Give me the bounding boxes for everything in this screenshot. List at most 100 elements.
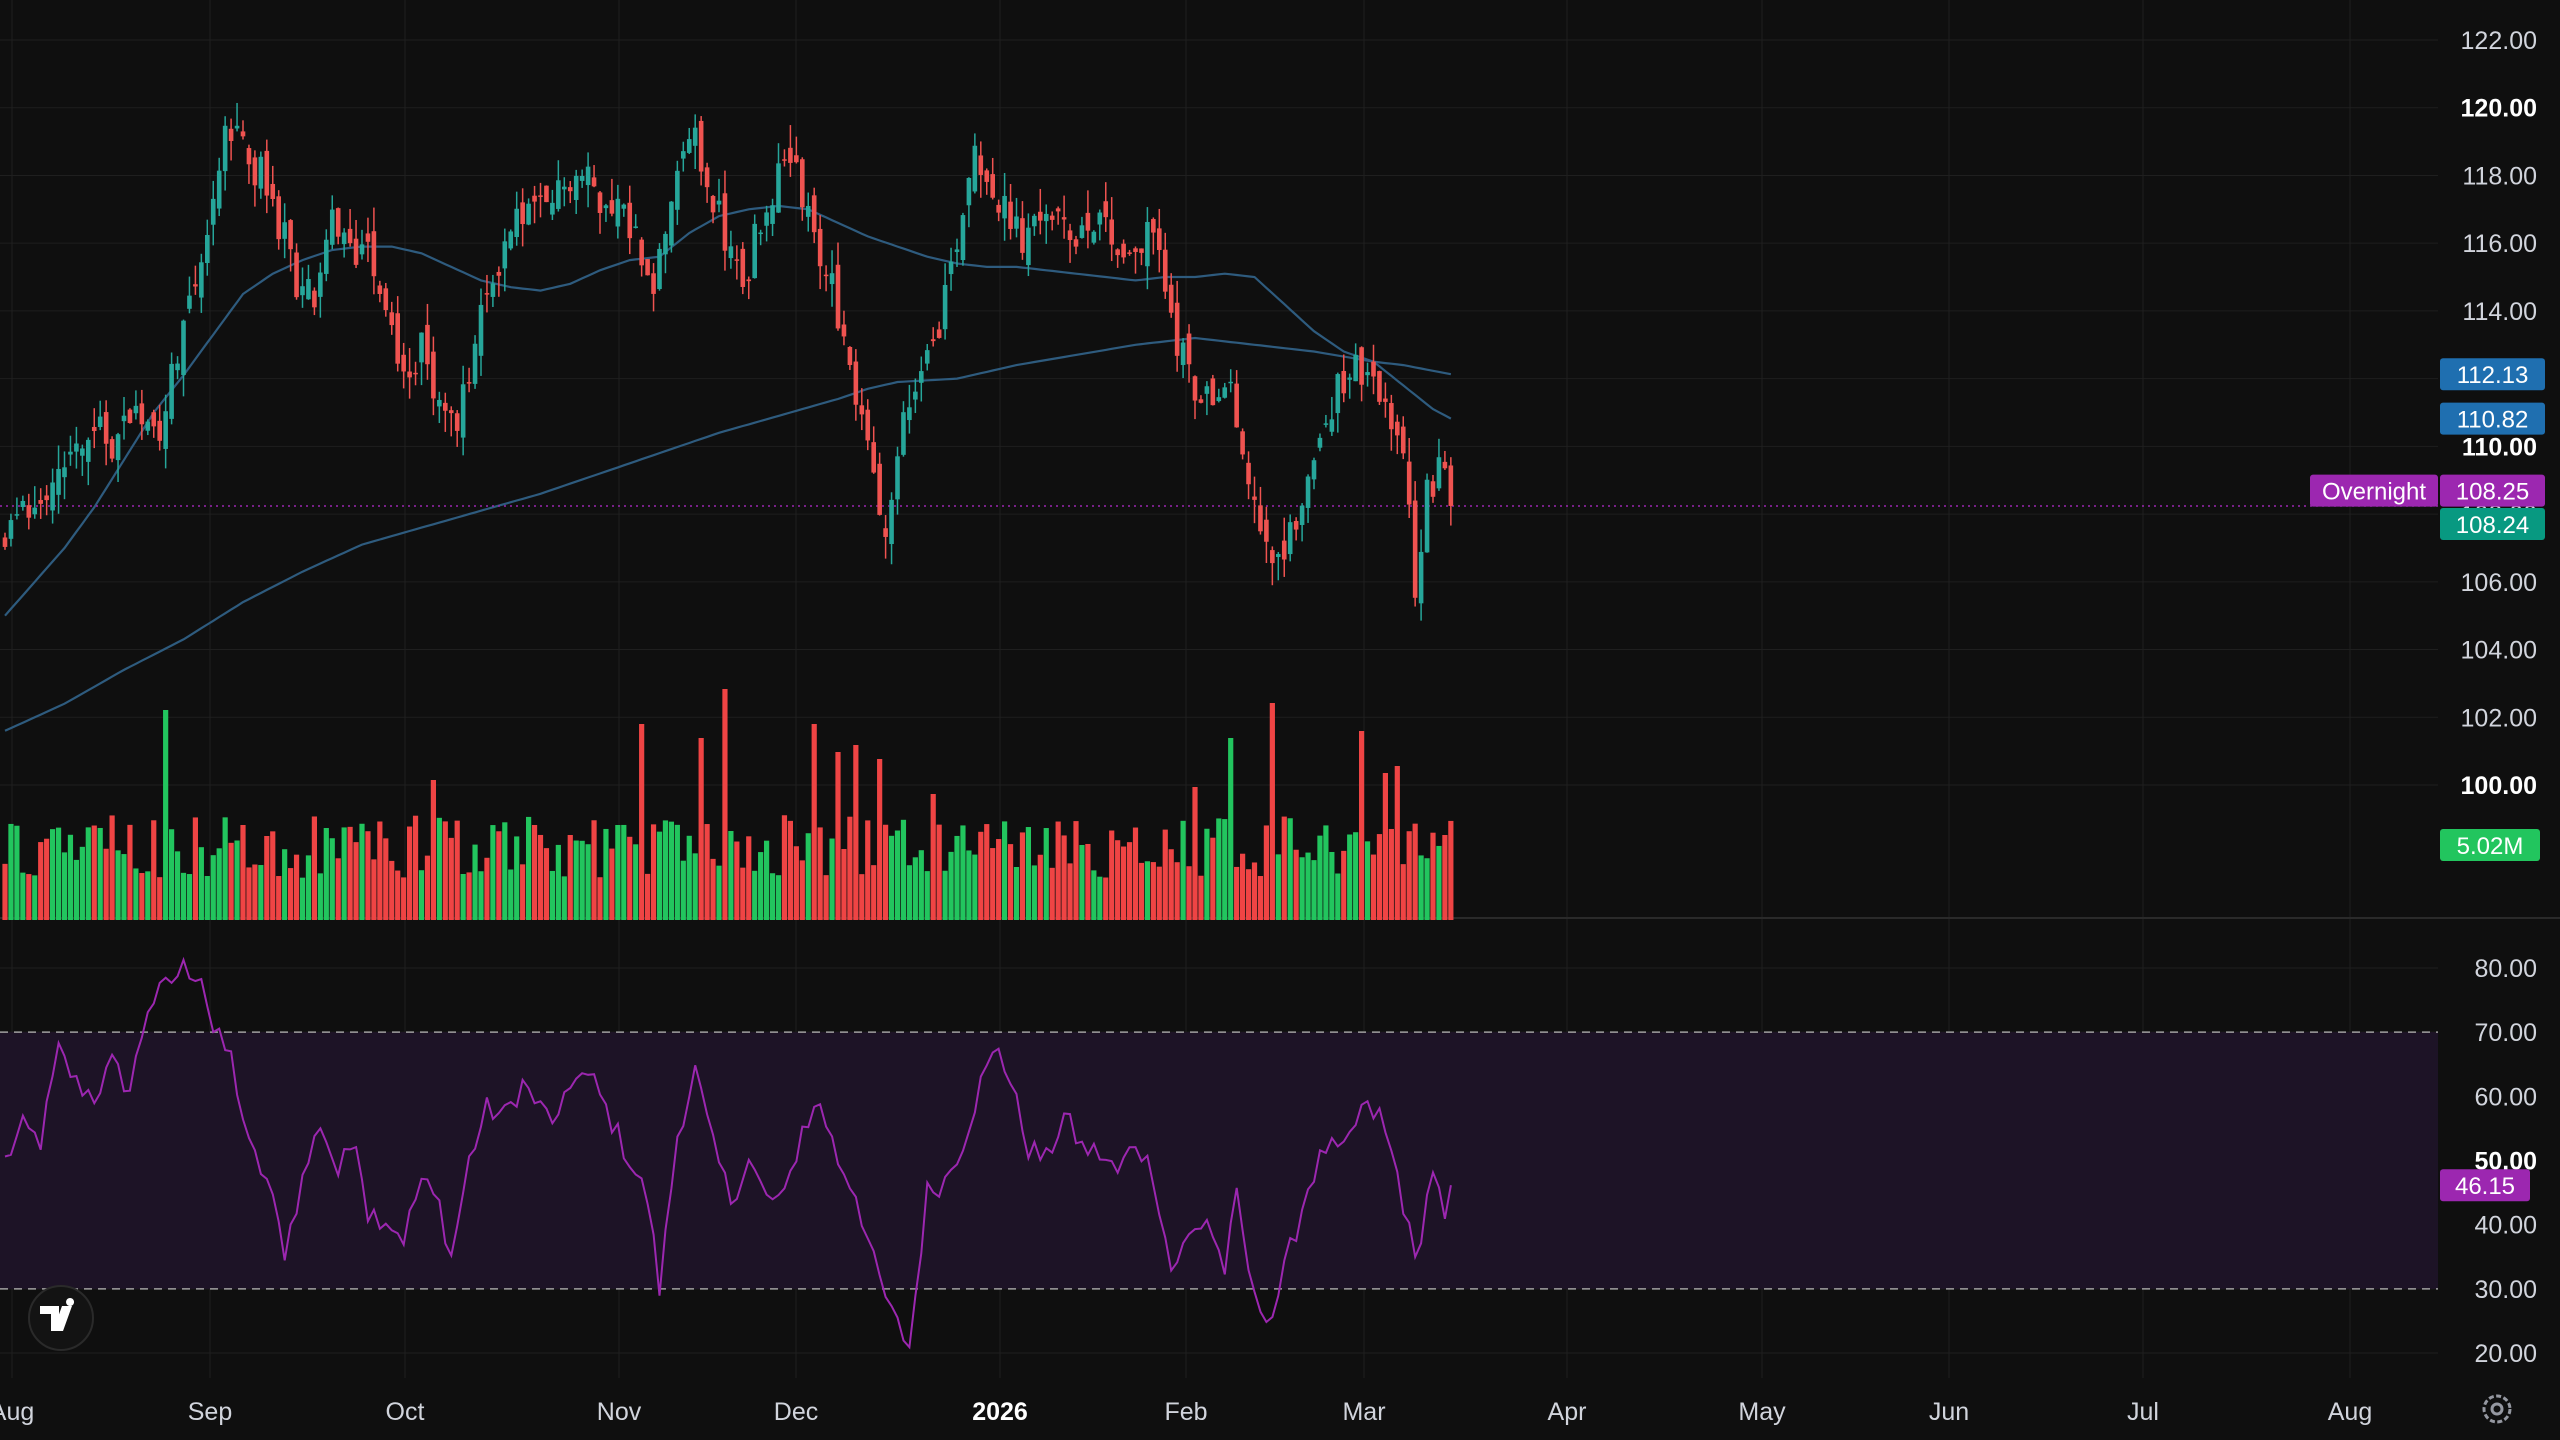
candle-body[interactable] bbox=[324, 239, 329, 274]
volume-bar[interactable] bbox=[1049, 867, 1055, 920]
volume-bar[interactable] bbox=[960, 825, 966, 920]
volume-bar[interactable] bbox=[1103, 877, 1109, 920]
candle-body[interactable] bbox=[1365, 372, 1370, 376]
volume-bar[interactable] bbox=[752, 870, 758, 920]
volume-bar[interactable] bbox=[853, 745, 859, 920]
candle-body[interactable] bbox=[621, 204, 627, 209]
candle-body[interactable] bbox=[805, 205, 811, 217]
volume-bar[interactable] bbox=[1418, 855, 1424, 920]
candle-body[interactable] bbox=[484, 293, 490, 295]
candle-body[interactable] bbox=[389, 312, 395, 326]
volume-bar[interactable] bbox=[555, 844, 561, 920]
volume-bar[interactable] bbox=[520, 864, 526, 920]
volume-bar[interactable] bbox=[26, 874, 32, 920]
candle-body[interactable] bbox=[603, 205, 609, 209]
candle-body[interactable] bbox=[80, 448, 85, 456]
volume-bar[interactable] bbox=[216, 848, 222, 920]
volume-bar[interactable] bbox=[537, 834, 544, 920]
volume-bar[interactable] bbox=[240, 825, 246, 920]
volume-bar[interactable] bbox=[799, 860, 805, 920]
candle-body[interactable] bbox=[841, 324, 847, 337]
candle-body[interactable] bbox=[776, 163, 781, 213]
candle-body[interactable] bbox=[966, 177, 972, 206]
candle-body[interactable] bbox=[1091, 231, 1097, 243]
candle-body[interactable] bbox=[1115, 249, 1120, 256]
volume-bar[interactable] bbox=[674, 824, 680, 920]
volume-bar[interactable] bbox=[639, 724, 645, 920]
candle-body[interactable] bbox=[907, 407, 912, 421]
candle-body[interactable] bbox=[163, 411, 168, 449]
volume-bar[interactable] bbox=[561, 876, 567, 920]
volume-bar[interactable] bbox=[656, 831, 663, 920]
volume-bar[interactable] bbox=[722, 689, 728, 920]
candle-body[interactable] bbox=[883, 528, 888, 537]
volume-bar[interactable] bbox=[79, 846, 85, 920]
candle-body[interactable] bbox=[1299, 505, 1305, 525]
volume-bar[interactable] bbox=[585, 844, 591, 920]
volume-bar[interactable] bbox=[1007, 844, 1014, 920]
volume-bar[interactable] bbox=[1109, 830, 1115, 920]
candle-body[interactable] bbox=[746, 279, 752, 282]
candle-body[interactable] bbox=[205, 234, 210, 264]
candle-body[interactable] bbox=[1258, 505, 1263, 532]
volume-bar[interactable] bbox=[1121, 846, 1127, 920]
volume-bar[interactable] bbox=[288, 868, 294, 920]
volume-bar[interactable] bbox=[591, 820, 597, 920]
volume-bar[interactable] bbox=[668, 821, 674, 920]
volume-bar[interactable] bbox=[282, 849, 288, 920]
candle-body[interactable] bbox=[419, 332, 424, 363]
volume-bar[interactable] bbox=[1359, 731, 1365, 920]
candle-body[interactable] bbox=[1353, 354, 1358, 382]
volume-bar[interactable] bbox=[1364, 841, 1371, 920]
volume-bar[interactable] bbox=[1216, 818, 1222, 920]
volume-bar[interactable] bbox=[508, 869, 514, 920]
candle-body[interactable] bbox=[74, 443, 79, 452]
candle-body[interactable] bbox=[437, 399, 442, 407]
candle-body[interactable] bbox=[1073, 239, 1079, 247]
candle-body[interactable] bbox=[395, 313, 400, 364]
volume-bar[interactable] bbox=[1245, 869, 1252, 920]
candle-body[interactable] bbox=[996, 204, 1001, 213]
candle-body[interactable] bbox=[44, 495, 49, 501]
volume-bar[interactable] bbox=[930, 794, 936, 920]
volume-bar[interactable] bbox=[1019, 832, 1026, 920]
volume-bar[interactable] bbox=[1370, 854, 1377, 920]
candle-body[interactable] bbox=[264, 150, 270, 196]
candle-body[interactable] bbox=[1246, 462, 1251, 485]
volume-bar[interactable] bbox=[305, 855, 312, 920]
volume-bar[interactable] bbox=[829, 838, 835, 920]
candle-body[interactable] bbox=[686, 139, 692, 153]
volume-bar[interactable] bbox=[169, 829, 175, 920]
candle-body[interactable] bbox=[175, 363, 180, 371]
candle-body[interactable] bbox=[782, 159, 787, 161]
volume-bar[interactable] bbox=[2, 863, 8, 920]
volume-bar[interactable] bbox=[984, 824, 990, 920]
volume-bar[interactable] bbox=[567, 834, 573, 920]
candle-body[interactable] bbox=[1335, 374, 1341, 414]
candle-body[interactable] bbox=[853, 361, 859, 405]
volume-bar[interactable] bbox=[716, 865, 722, 920]
candle-body[interactable] bbox=[228, 128, 234, 141]
volume-bar[interactable] bbox=[371, 859, 377, 920]
volume-bar[interactable] bbox=[163, 710, 169, 920]
volume-bar[interactable] bbox=[549, 870, 555, 920]
volume-bar[interactable] bbox=[174, 851, 181, 920]
candle-body[interactable] bbox=[413, 372, 418, 375]
candle-body[interactable] bbox=[556, 180, 561, 209]
candle-body[interactable] bbox=[562, 186, 567, 190]
candle-body[interactable] bbox=[1109, 219, 1114, 245]
volume-bar[interactable] bbox=[966, 850, 972, 920]
candle-body[interactable] bbox=[1389, 403, 1394, 430]
candle-body[interactable] bbox=[1293, 520, 1299, 530]
volume-bar[interactable] bbox=[293, 854, 300, 920]
candle-body[interactable] bbox=[1168, 284, 1174, 313]
volume-bar[interactable] bbox=[436, 817, 442, 920]
candle-body[interactable] bbox=[960, 215, 966, 261]
volume-bar[interactable] bbox=[192, 817, 198, 920]
candle-body[interactable] bbox=[341, 232, 347, 245]
candle-body[interactable] bbox=[550, 202, 555, 215]
candle-body[interactable] bbox=[1317, 437, 1323, 448]
candle-body[interactable] bbox=[1222, 387, 1228, 398]
candle-body[interactable] bbox=[663, 233, 668, 255]
volume-bar[interactable] bbox=[377, 821, 383, 920]
